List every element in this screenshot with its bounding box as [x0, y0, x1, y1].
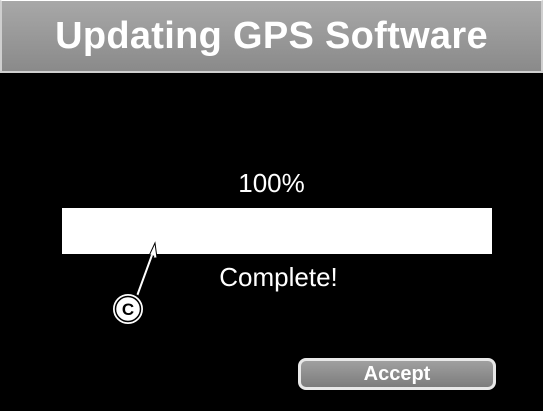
- progress-bar-fill: [62, 208, 492, 254]
- callout-letter: C: [122, 300, 134, 319]
- callout-circle-inner: [114, 295, 142, 323]
- progress-bar: [62, 208, 492, 254]
- gps-update-screen: Updating GPS Software 100% Complete! C A…: [0, 0, 543, 411]
- callout-circle: [111, 292, 145, 326]
- accept-button[interactable]: Accept: [298, 358, 496, 390]
- page-title: Updating GPS Software: [55, 15, 488, 57]
- progress-percent-label: 100%: [238, 168, 305, 198]
- progress-status-label: Complete!: [219, 262, 338, 292]
